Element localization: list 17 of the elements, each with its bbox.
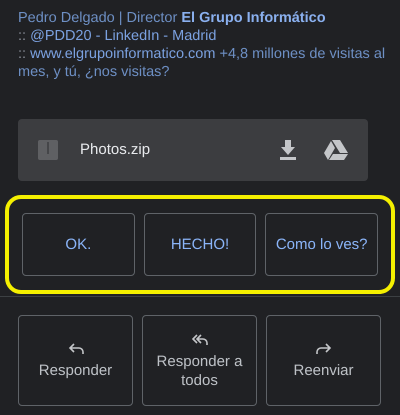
smart-reply-button[interactable]: OK. <box>22 213 135 276</box>
drive-icon[interactable] <box>324 140 348 160</box>
action-button[interactable]: Reenviar <box>266 315 381 406</box>
signature-link[interactable]: www.elgrupoinformatico.com <box>30 46 216 62</box>
signature-link[interactable]: @PDD20 - LinkedIn - Madrid <box>30 28 216 44</box>
reply-icon <box>68 341 84 355</box>
reply-all-icon <box>192 332 208 346</box>
action-button[interactable]: Responder a todos <box>142 315 257 406</box>
smart-reply-button[interactable]: HECHO! <box>144 213 256 276</box>
smart-reply-button[interactable]: Como lo ves? <box>265 213 378 276</box>
download-icon[interactable] <box>280 140 296 160</box>
zip-file-icon <box>38 140 58 160</box>
forward-icon <box>316 341 332 355</box>
attachment-card[interactable]: Photos.zip <box>18 119 368 181</box>
attachment-name: Photos.zip <box>80 140 152 160</box>
email-signature: Pedro Delgado | Director El Grupo Informático :: @PDD20 - LinkedIn - Madrid :: www.elgrupoinformatico.com +4,8 millones de visitas al mes, y tú, ¿nos visitas? <box>18 9 386 81</box>
action-button[interactable]: Responder <box>18 315 133 406</box>
